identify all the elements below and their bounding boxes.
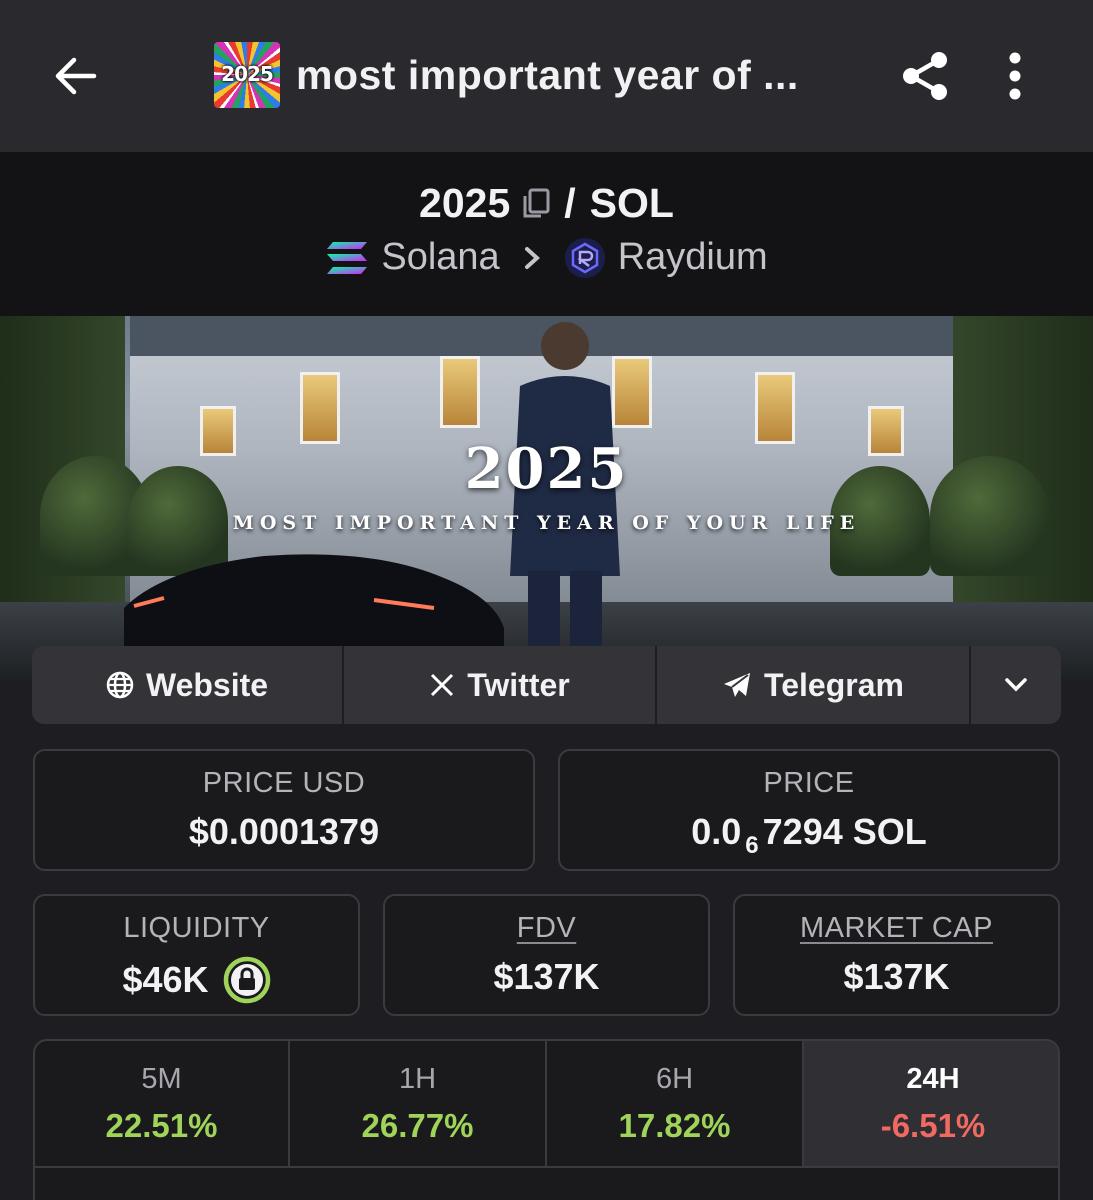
tab-6h-change: 17.82% [618,1107,731,1144]
more-vertical-icon [1009,52,1021,100]
liquidity-value: $46K [122,959,209,1000]
website-link-button[interactable]: Website [32,646,344,724]
chain-dex-breadcrumb: Solana Raydium [0,236,1093,279]
pair-header: 2025 / SOL Solana Raydium [0,152,1093,316]
price-sol-digits: 7294 SOL [762,811,927,852]
tab-1h-label: 1H [398,1063,437,1095]
x-logo-icon [429,672,455,698]
liquidity-lock-button[interactable] [223,956,271,1004]
twitter-label: Twitter [467,666,570,703]
token-thumbnail: 2025 [214,42,280,108]
tab-6h[interactable]: 6H 17.82% [547,1041,804,1166]
banner-subline: MOST IMPORTANT YEAR OF YOUR LIFE [232,512,861,534]
tab-6h-label: 6H [655,1063,694,1095]
banner-window [440,356,480,428]
tab-1h[interactable]: 1H 26.77% [290,1041,547,1166]
fdv-label[interactable]: FDV [385,912,708,945]
tab-5m[interactable]: 5M 22.51% [35,1041,290,1166]
token-banner-image: 2025 MOST IMPORTANT YEAR OF YOUR LIFE [0,316,1093,682]
banner-window [300,372,340,444]
tab-24h-change: -6.51% [880,1107,986,1144]
lock-icon [223,956,270,1004]
tab-5m-label: 5M [141,1063,182,1095]
pair-separator: / [564,180,576,226]
twitter-link-button[interactable]: Twitter [344,646,657,724]
chain-name[interactable]: Solana [381,236,499,279]
liquidity-card: LIQUIDITY $46K [33,894,360,1016]
back-button[interactable] [48,48,104,104]
banner-car [124,554,504,648]
page-title: most important year of ... [296,51,799,98]
telegram-link-button[interactable]: Telegram [657,646,971,724]
market-cap-card: MARKET CAP $137K [733,894,1060,1016]
share-icon [903,52,947,100]
price-usd-label: PRICE USD [202,767,366,799]
copy-address-button[interactable] [520,187,552,221]
share-button[interactable] [896,46,956,106]
app-bar: 2025 most important year of ... [0,0,1093,152]
price-change-tabs: 5M 22.51% 1H 26.77% 6H 17.82% 24H -6.51% [33,1039,1060,1200]
globe-icon [106,671,134,699]
pair-title: 2025 / SOL [0,180,1093,227]
liquidity-value-row: $46K [35,956,358,1004]
chevron-right-icon [522,245,542,271]
price-usd-value: $0.0001379 [188,811,380,852]
fdv-card: FDV $137K [383,894,710,1016]
tab-1h-change: 26.77% [361,1107,474,1144]
quote-symbol: SOL [589,180,674,226]
copy-icon [523,188,550,217]
solana-icon [325,240,369,276]
back-arrow-icon [55,57,97,95]
price-sol-label: PRICE [763,767,855,799]
liquidity-label: LIQUIDITY [123,912,270,944]
banner-window [755,372,795,444]
price-sol-zero-count: 6 [745,832,759,859]
title-group: 2025 most important year of ... [214,42,799,108]
raydium-icon [564,237,606,279]
tabs-divider [35,1166,1058,1168]
telegram-label: Telegram [764,666,904,703]
dex-name[interactable]: Raydium [618,236,768,279]
base-symbol: 2025 [419,180,511,226]
chevron-down-icon [1005,678,1027,692]
tab-5m-change: 22.51% [105,1107,218,1144]
fdv-value: $137K [493,956,600,997]
price-sol-prefix: 0.0 [691,811,742,852]
telegram-icon [722,671,752,699]
price-sol-value: 0.0 6 7294 SOL [560,811,1058,859]
market-cap-value: $137K [843,956,950,997]
token-thumbnail-text: 2025 [221,62,274,86]
more-options-button[interactable] [992,46,1038,106]
banner-headline: 2025 [464,436,629,502]
price-usd-card: PRICE USD $0.0001379 [33,749,535,871]
tab-24h[interactable]: 24H -6.51% [804,1041,1058,1166]
market-cap-label[interactable]: MARKET CAP [735,912,1058,945]
price-sol-card: PRICE 0.0 6 7294 SOL [558,749,1060,871]
website-label: Website [145,666,269,703]
links-bar: Website Twitter Telegram [32,646,1061,724]
more-links-dropdown[interactable] [971,646,1061,724]
tab-24h-label: 24H [906,1063,960,1095]
